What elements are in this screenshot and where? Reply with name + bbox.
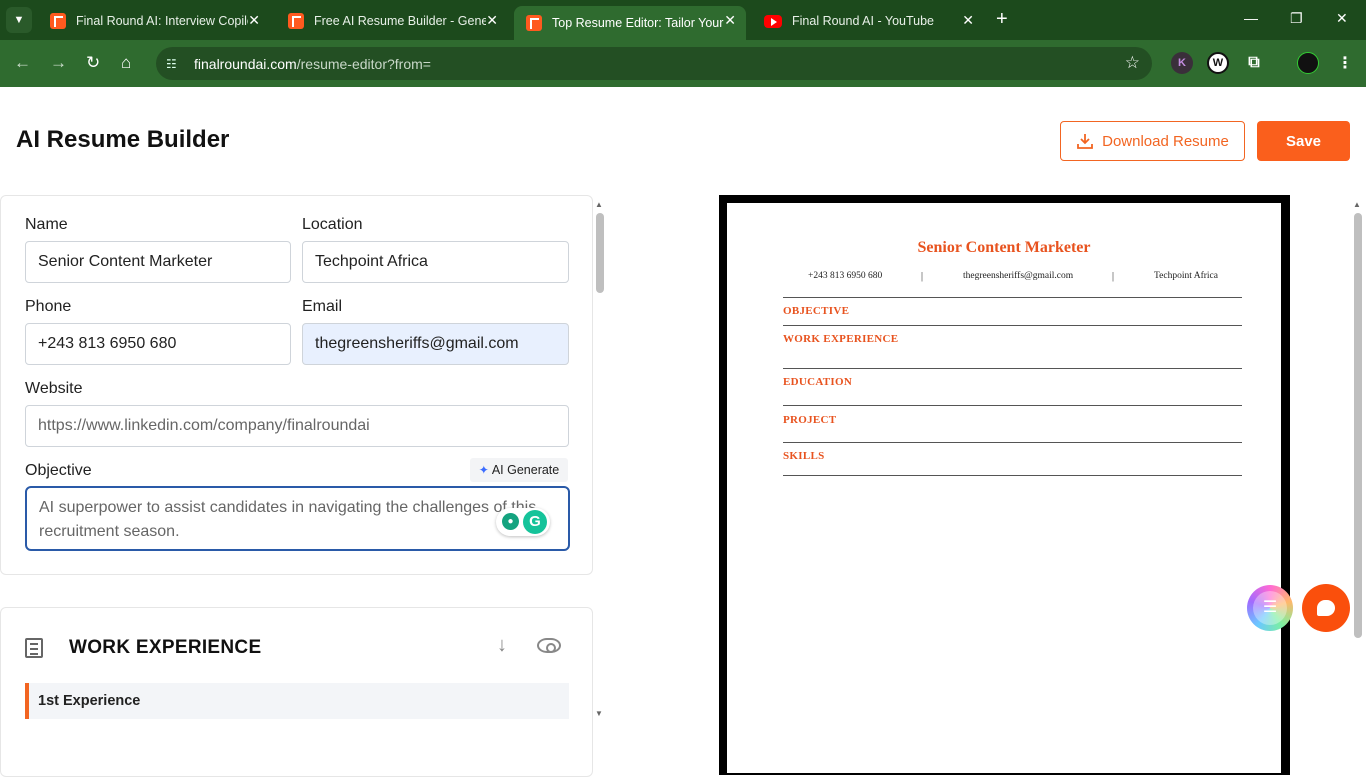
website-input[interactable]: https://www.linkedin.com/company/finalro… bbox=[25, 405, 569, 447]
bookmark-star-icon[interactable]: ☆ bbox=[1125, 53, 1140, 73]
restore-window-icon[interactable]: ❐ bbox=[1290, 10, 1303, 27]
tab-title: Final Round AI - YouTube bbox=[792, 14, 934, 28]
resume-section-project: PROJECT bbox=[783, 414, 837, 426]
scroll-down-icon[interactable]: ▼ bbox=[595, 709, 603, 718]
divider bbox=[783, 368, 1242, 369]
resume-location: Techpoint Africa bbox=[1154, 271, 1218, 281]
back-arrow-icon[interactable]: ← bbox=[14, 53, 31, 73]
contact-info-panel: Name Senior Content Marketer Location Te… bbox=[0, 195, 593, 575]
url-text: finalroundai.com/resume-editor?from= bbox=[194, 55, 431, 72]
chat-bubble-icon bbox=[1317, 600, 1335, 616]
divider bbox=[783, 475, 1242, 476]
divider bbox=[783, 297, 1242, 298]
building-icon bbox=[25, 638, 43, 658]
resume-name: Senior Content Marketer bbox=[917, 239, 1091, 256]
extensions-puzzle-icon[interactable]: ⧉ bbox=[1243, 52, 1265, 74]
resume-separator: | bbox=[1112, 271, 1115, 282]
resume-phone: +243 813 6950 680 bbox=[808, 271, 883, 281]
divider bbox=[783, 442, 1242, 443]
resume-section-skills: SKILLS bbox=[783, 450, 825, 462]
page-title: AI Resume Builder bbox=[16, 126, 230, 153]
ai-generate-button[interactable]: ✦ AI Generate bbox=[470, 458, 568, 482]
reload-icon[interactable]: ↻ bbox=[86, 53, 100, 73]
location-input[interactable]: Techpoint Africa bbox=[302, 241, 569, 283]
name-label: Name bbox=[25, 216, 68, 233]
save-button[interactable]: Save bbox=[1257, 121, 1350, 161]
close-tab-icon[interactable]: ✕ bbox=[248, 12, 260, 29]
scrollbar-thumb[interactable] bbox=[596, 213, 604, 293]
resume-section-objective: OBJECTIVE bbox=[783, 305, 850, 317]
browser-menu-icon[interactable]: ⋮ bbox=[1334, 52, 1356, 74]
phone-input[interactable]: +243 813 6950 680 bbox=[25, 323, 291, 365]
work-experience-title: WORK EXPERIENCE bbox=[69, 637, 262, 658]
new-tab-plus-icon[interactable]: + bbox=[996, 8, 1008, 30]
divider bbox=[783, 405, 1242, 406]
resume-section-education: EDUCATION bbox=[783, 376, 853, 388]
scroll-up-icon[interactable]: ▲ bbox=[595, 200, 603, 209]
download-icon bbox=[1077, 134, 1094, 149]
resume-section-work-experience: WORK EXPERIENCE bbox=[783, 333, 899, 345]
download-resume-button[interactable]: Download Resume bbox=[1060, 121, 1245, 161]
tab-youtube[interactable]: Final Round AI - YouTube ✕ bbox=[752, 6, 984, 36]
divider bbox=[783, 325, 1242, 326]
tab-resume-editor[interactable]: Top Resume Editor: Tailor Your Resume ✕ bbox=[514, 6, 746, 40]
resume-separator: | bbox=[921, 271, 924, 282]
tab-free-resume-builder[interactable]: Free AI Resume Builder - Generate ✕ bbox=[276, 6, 508, 36]
close-tab-icon[interactable]: ✕ bbox=[962, 12, 974, 29]
email-input[interactable]: thegreensheriffs@gmail.com bbox=[302, 323, 569, 365]
download-resume-label: Download Resume bbox=[1102, 132, 1229, 150]
move-down-arrow-icon[interactable]: ↓ bbox=[497, 634, 507, 657]
objective-label: Objective bbox=[25, 462, 92, 479]
objective-textarea[interactable]: AI superpower to assist candidates in na… bbox=[25, 486, 570, 551]
grammarly-icon[interactable]: G bbox=[523, 510, 547, 534]
close-tab-icon[interactable]: ✕ bbox=[486, 12, 498, 29]
chat-button[interactable] bbox=[1302, 584, 1350, 632]
ai-assistant-button[interactable]: ☰ bbox=[1247, 585, 1293, 631]
close-window-icon[interactable]: ✕ bbox=[1336, 10, 1348, 27]
tab-final-round-interview[interactable]: Final Round AI: Interview Copilot ✕ bbox=[38, 6, 270, 36]
tab-strip: ▼ Final Round AI: Interview Copilot ✕ Fr… bbox=[0, 0, 1366, 40]
experience-item[interactable]: 1st Experience bbox=[25, 683, 569, 719]
scrollbar-thumb[interactable] bbox=[1354, 213, 1362, 638]
resume-preview-page: Senior Content Marketer +243 813 6950 68… bbox=[727, 203, 1281, 773]
ai-generate-label: AI Generate bbox=[491, 463, 560, 477]
notes-sparkle-icon: ☰ bbox=[1253, 591, 1287, 625]
resume-email: thegreensheriffs@gmail.com bbox=[963, 271, 1074, 281]
final-round-favicon-icon bbox=[50, 13, 66, 29]
browser-toolbar: ← → ↻ ⌂ ☷ finalroundai.com/resume-editor… bbox=[0, 40, 1366, 87]
sparkle-icon: ✦ bbox=[478, 463, 489, 477]
name-input[interactable]: Senior Content Marketer bbox=[25, 241, 291, 283]
forward-arrow-icon[interactable]: → bbox=[50, 53, 67, 73]
grammarly-widget[interactable]: ● G bbox=[496, 508, 550, 536]
address-bar[interactable]: ☷ finalroundai.com/resume-editor?from= ☆ bbox=[156, 47, 1152, 80]
tab-search-chevron-icon[interactable]: ▼ bbox=[6, 7, 32, 33]
home-icon[interactable]: ⌂ bbox=[121, 53, 131, 73]
scroll-up-icon[interactable]: ▲ bbox=[1353, 200, 1361, 209]
site-info-icon[interactable]: ☷ bbox=[166, 57, 180, 71]
final-round-favicon-icon bbox=[526, 15, 542, 31]
visibility-eye-icon[interactable] bbox=[537, 638, 561, 653]
tab-title: Final Round AI: Interview Copilot bbox=[76, 14, 248, 28]
email-label: Email bbox=[302, 298, 343, 315]
website-label: Website bbox=[25, 380, 83, 397]
final-round-favicon-icon bbox=[288, 13, 304, 29]
extension-w-icon[interactable]: W bbox=[1207, 52, 1229, 74]
location-label: Location bbox=[302, 216, 363, 233]
extension-k-icon[interactable]: K bbox=[1171, 52, 1193, 74]
tab-title: Free AI Resume Builder - Generate bbox=[314, 14, 486, 28]
lightbulb-icon[interactable]: ● bbox=[502, 513, 519, 530]
left-panel-scrollbar[interactable]: ▲ ▼ bbox=[595, 200, 605, 718]
tab-title: Top Resume Editor: Tailor Your Resume bbox=[552, 16, 724, 30]
page-scrollbar[interactable]: ▲ bbox=[1353, 200, 1363, 768]
profile-avatar[interactable] bbox=[1297, 52, 1319, 74]
minimize-icon[interactable]: — bbox=[1244, 10, 1258, 26]
youtube-favicon-icon bbox=[764, 14, 782, 28]
work-experience-panel: WORK EXPERIENCE ↓ 1st Experience bbox=[0, 607, 593, 777]
phone-label: Phone bbox=[25, 298, 72, 315]
close-tab-icon[interactable]: ✕ bbox=[724, 12, 736, 29]
